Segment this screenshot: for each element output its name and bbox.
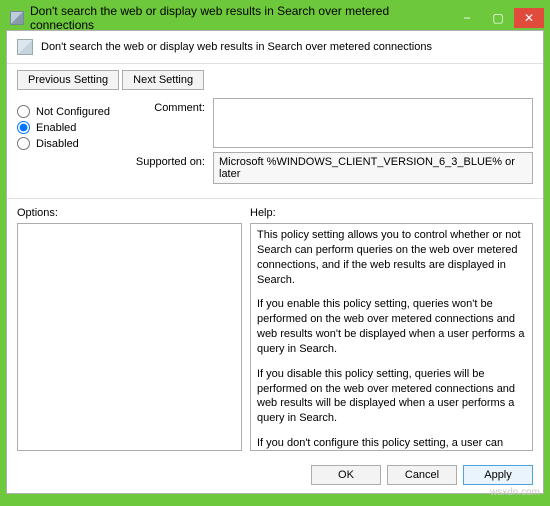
previous-setting-button[interactable]: Previous Setting [17, 70, 119, 90]
help-column: Help: This policy setting allows you to … [250, 207, 533, 451]
radio-disabled-label: Disabled [36, 138, 79, 150]
nav-row: Previous Setting Next Setting [7, 64, 543, 96]
help-label: Help: [250, 207, 533, 219]
supported-row: Supported on: Microsoft %WINDOWS_CLIENT_… [135, 152, 533, 184]
comment-row: Comment: [135, 98, 533, 148]
app-icon [10, 11, 24, 25]
policy-summary: Don't search the web or display web resu… [41, 41, 432, 53]
help-paragraph: If you don't configure this policy setti… [257, 436, 526, 451]
maximize-button[interactable]: ▢ [483, 8, 513, 28]
state-radio-group: Not Configured Enabled Disabled [17, 98, 127, 188]
ok-button[interactable]: OK [311, 465, 381, 485]
radio-not-configured[interactable]: Not Configured [17, 105, 127, 118]
help-paragraph: If you disable this policy setting, quer… [257, 367, 526, 426]
options-panel[interactable] [17, 223, 242, 451]
form-col: Comment: Supported on: Microsoft %WINDOW… [135, 98, 533, 188]
config-section: Not Configured Enabled Disabled Comment:… [7, 96, 543, 199]
help-paragraph: This policy setting allows you to contro… [257, 228, 526, 287]
lower-section: Options: Help: This policy setting allow… [7, 199, 543, 457]
dialog-footer: OK Cancel Apply [7, 457, 543, 493]
radio-not-configured-input[interactable] [17, 105, 30, 118]
cancel-button[interactable]: Cancel [387, 465, 457, 485]
header-row: Don't search the web or display web resu… [7, 31, 543, 64]
help-paragraph: If you enable this policy setting, queri… [257, 297, 526, 356]
radio-disabled[interactable]: Disabled [17, 137, 127, 150]
help-panel[interactable]: This policy setting allows you to contro… [250, 223, 533, 451]
radio-disabled-input[interactable] [17, 137, 30, 150]
radio-enabled-label: Enabled [36, 122, 76, 134]
policy-icon [17, 39, 33, 55]
client-area: Don't search the web or display web resu… [6, 30, 544, 494]
radio-enabled[interactable]: Enabled [17, 121, 127, 134]
comment-label: Comment: [135, 98, 213, 114]
options-column: Options: [17, 207, 242, 451]
minimize-button[interactable]: − [452, 8, 482, 28]
titlebar: Don't search the web or display web resu… [6, 6, 544, 30]
close-button[interactable]: ✕ [514, 8, 544, 28]
supported-label: Supported on: [135, 152, 213, 168]
radio-not-configured-label: Not Configured [36, 106, 110, 118]
supported-value: Microsoft %WINDOWS_CLIENT_VERSION_6_3_BL… [213, 152, 533, 184]
next-setting-button[interactable]: Next Setting [122, 70, 204, 90]
comment-input[interactable] [213, 98, 533, 148]
options-label: Options: [17, 207, 242, 219]
window-title: Don't search the web or display web resu… [30, 4, 451, 32]
radio-enabled-input[interactable] [17, 121, 30, 134]
apply-button[interactable]: Apply [463, 465, 533, 485]
